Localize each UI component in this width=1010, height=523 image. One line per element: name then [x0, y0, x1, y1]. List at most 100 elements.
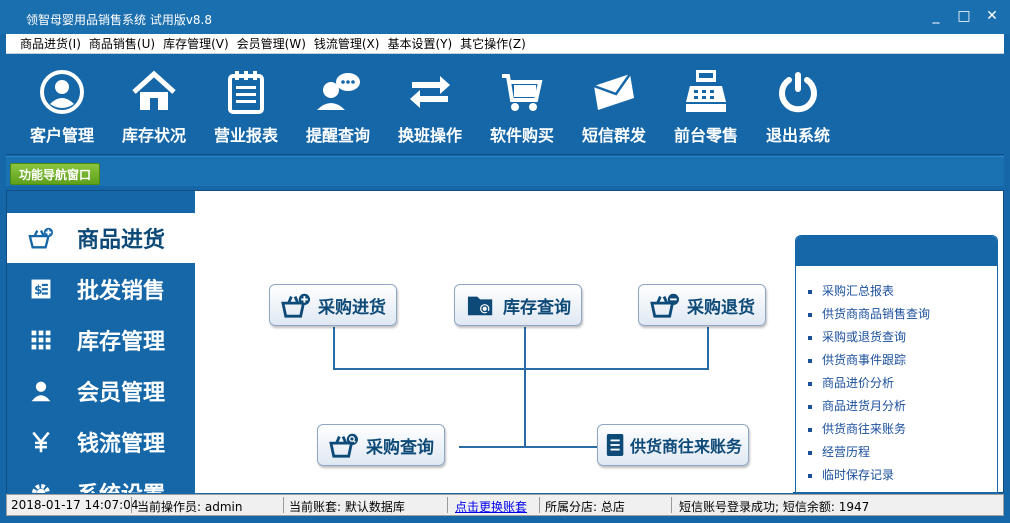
sidebar-item-inventory[interactable]: 库存管理 [7, 315, 195, 365]
toolbar-label: 客户管理 [29, 126, 94, 145]
sidebar-item-wholesale[interactable]: $ 批发销售 [7, 264, 195, 314]
status-divider [539, 497, 540, 513]
toolbar-retail-button[interactable]: 前台零售 [664, 68, 748, 152]
toolbar-label: 短信群发 [581, 126, 646, 145]
purchase-in-label: 采购进货 [318, 297, 386, 318]
sidebar-item-cashflow[interactable]: 钱流管理 [7, 417, 195, 467]
swap-arrows-icon [410, 76, 450, 108]
menu-item-inventory[interactable]: 库存管理(V) [159, 35, 233, 52]
toolbar-label: 提醒查询 [305, 126, 370, 145]
link-business-history[interactable]: 经营历程 [808, 441, 997, 464]
purchase-in-button[interactable]: 采购进货 [269, 284, 397, 326]
toolbar-reminder-button[interactable]: 提醒查询 [296, 68, 380, 152]
menu-item-sales[interactable]: 商品销售(U) [85, 35, 159, 52]
sidebar-item-label: 商品进货 [77, 228, 166, 253]
stock-query-button[interactable]: 库存查询 [454, 284, 582, 326]
notepad-icon [228, 71, 264, 114]
gear-icon [27, 479, 55, 493]
invoice-icon: $ [27, 275, 55, 303]
stock-query-label: 库存查询 [503, 297, 571, 318]
toolbar-exit-button[interactable]: 退出系统 [756, 68, 840, 152]
switch-account-link[interactable]: 点击更换账套 [455, 498, 527, 515]
connector-line [333, 368, 709, 370]
member-icon [27, 377, 55, 405]
sidebar-item-members[interactable]: 会员管理 [7, 366, 195, 416]
status-account: 当前账套: 默认数据库 [289, 500, 405, 514]
toolbar-shift-button[interactable]: 换班操作 [388, 68, 472, 152]
svg-text:$: $ [34, 283, 42, 297]
connector-line [459, 446, 599, 448]
folder-search-icon [465, 290, 497, 320]
power-icon [779, 72, 817, 113]
supplier-accounts-button[interactable]: 供货商往来账务 [597, 424, 750, 466]
status-operator: 当前操作员: admin [137, 500, 243, 514]
main-toolbar: 客户管理 库存状况 营业报表 提醒查询 换班操作 软件购买 短信群发 前台零售 … [6, 55, 1004, 155]
minimize-button[interactable]: _ [928, 8, 944, 24]
basket-plus-icon [280, 290, 312, 320]
cart-icon [502, 74, 543, 111]
toolbar-buy-button[interactable]: 软件购买 [480, 68, 564, 152]
main-panel: 商品进货 $ 批发销售 库存管理 会员管理 钱流管理 采购进货 库存查询 采购退… [6, 190, 1004, 493]
connector-line [707, 327, 709, 369]
status-bar: 2018-01-17 14:07:04 当前操作员: admin 当前账套: 默… [6, 494, 1004, 516]
menu-item-cashflow[interactable]: 钱流管理(X) [310, 35, 384, 52]
basket-search-icon [328, 430, 360, 460]
toolbar-report-button[interactable]: 营业报表 [204, 68, 288, 152]
link-purchase-return-query[interactable]: 采购或退货查询 [808, 326, 997, 349]
ledger-icon [604, 430, 628, 460]
flowchart-area: 采购进货 库存查询 采购退货 采购查询 供货商往来账务 [195, 191, 793, 493]
basket-minus-icon [649, 290, 681, 320]
purchase-return-button[interactable]: 采购退货 [638, 284, 766, 326]
status-divider [447, 497, 448, 513]
sidebar-item-label: 系统设置 [77, 477, 165, 493]
grid-icon [27, 326, 55, 354]
connector-line [333, 327, 335, 369]
tab-function-navigation[interactable]: 功能导航窗口 [10, 163, 101, 185]
sidebar-item-label: 钱流管理 [77, 432, 166, 457]
link-supplier-sales-query[interactable]: 供货商商品销售查询 [808, 303, 997, 326]
sidebar-item-settings[interactable]: 系统设置 [7, 468, 195, 493]
status-branch: 所属分店: 总店 [545, 500, 625, 514]
user-circle-icon [40, 70, 84, 114]
menu-bar: 商品进货(I) 商品销售(U) 库存管理(V) 会员管理(W) 钱流管理(X) … [6, 34, 1004, 54]
quick-links-list: 采购汇总报表 供货商商品销售查询 采购或退货查询 供货商事件跟踪 商品进价分析 … [796, 266, 997, 487]
chat-user-icon [317, 73, 360, 110]
sidebar-item-purchase[interactable]: 商品进货 [7, 213, 195, 263]
purchase-return-label: 采购退货 [687, 297, 755, 318]
status-divider [671, 497, 672, 513]
link-monthly-purchase-analysis[interactable]: 商品进货月分析 [808, 395, 997, 418]
link-supplier-event-tracking[interactable]: 供货商事件跟踪 [808, 349, 997, 372]
quick-links-panel: 采购汇总报表 供货商商品销售查询 采购或退货查询 供货商事件跟踪 商品进价分析 … [795, 235, 998, 493]
home-icon [132, 70, 176, 110]
menu-item-members[interactable]: 会员管理(W) [233, 35, 310, 52]
toolbar-label: 前台零售 [673, 126, 738, 145]
toolbar-customer-button[interactable]: 客户管理 [20, 68, 104, 152]
close-button[interactable]: ✕ [984, 8, 1000, 24]
menu-item-purchase[interactable]: 商品进货(I) [16, 35, 85, 52]
sidebar-item-label: 批发销售 [77, 279, 166, 304]
status-datetime: 2018-01-17 14:07:04 [11, 498, 139, 512]
left-sidebar: 商品进货 $ 批发销售 库存管理 会员管理 钱流管理 [7, 191, 195, 493]
link-purchase-summary[interactable]: 采购汇总报表 [808, 280, 997, 303]
status-divider [283, 497, 284, 513]
connector-line [524, 327, 526, 447]
toolbar-label: 库存状况 [121, 126, 186, 145]
purchase-query-button[interactable]: 采购查询 [317, 424, 445, 466]
maximize-button[interactable]: □ [956, 8, 972, 24]
toolbar-sms-button[interactable]: 短信群发 [572, 68, 656, 152]
menu-item-settings[interactable]: 基本设置(Y) [383, 35, 456, 52]
yen-icon [27, 428, 55, 456]
title-bar: 领智母婴用品销售系统 试用版v8.8 _ □ ✕ [0, 0, 1010, 34]
window-title: 领智母婴用品销售系统 试用版v8.8 [26, 13, 213, 27]
window-controls: _ □ ✕ [928, 8, 1000, 24]
envelope-icon [593, 73, 634, 110]
link-supplier-accounts[interactable]: 供货商往来账务 [808, 418, 997, 441]
toolbar-label: 退出系统 [765, 126, 830, 145]
menu-item-other[interactable]: 其它操作(Z) [456, 35, 530, 52]
purchase-query-label: 采购查询 [366, 437, 434, 458]
link-cost-analysis[interactable]: 商品进价分析 [808, 372, 997, 395]
sidebar-item-label: 会员管理 [77, 381, 166, 406]
toolbar-label: 营业报表 [213, 126, 278, 145]
toolbar-stock-status-button[interactable]: 库存状况 [112, 68, 196, 152]
link-temp-saved-records[interactable]: 临时保存记录 [808, 464, 997, 487]
